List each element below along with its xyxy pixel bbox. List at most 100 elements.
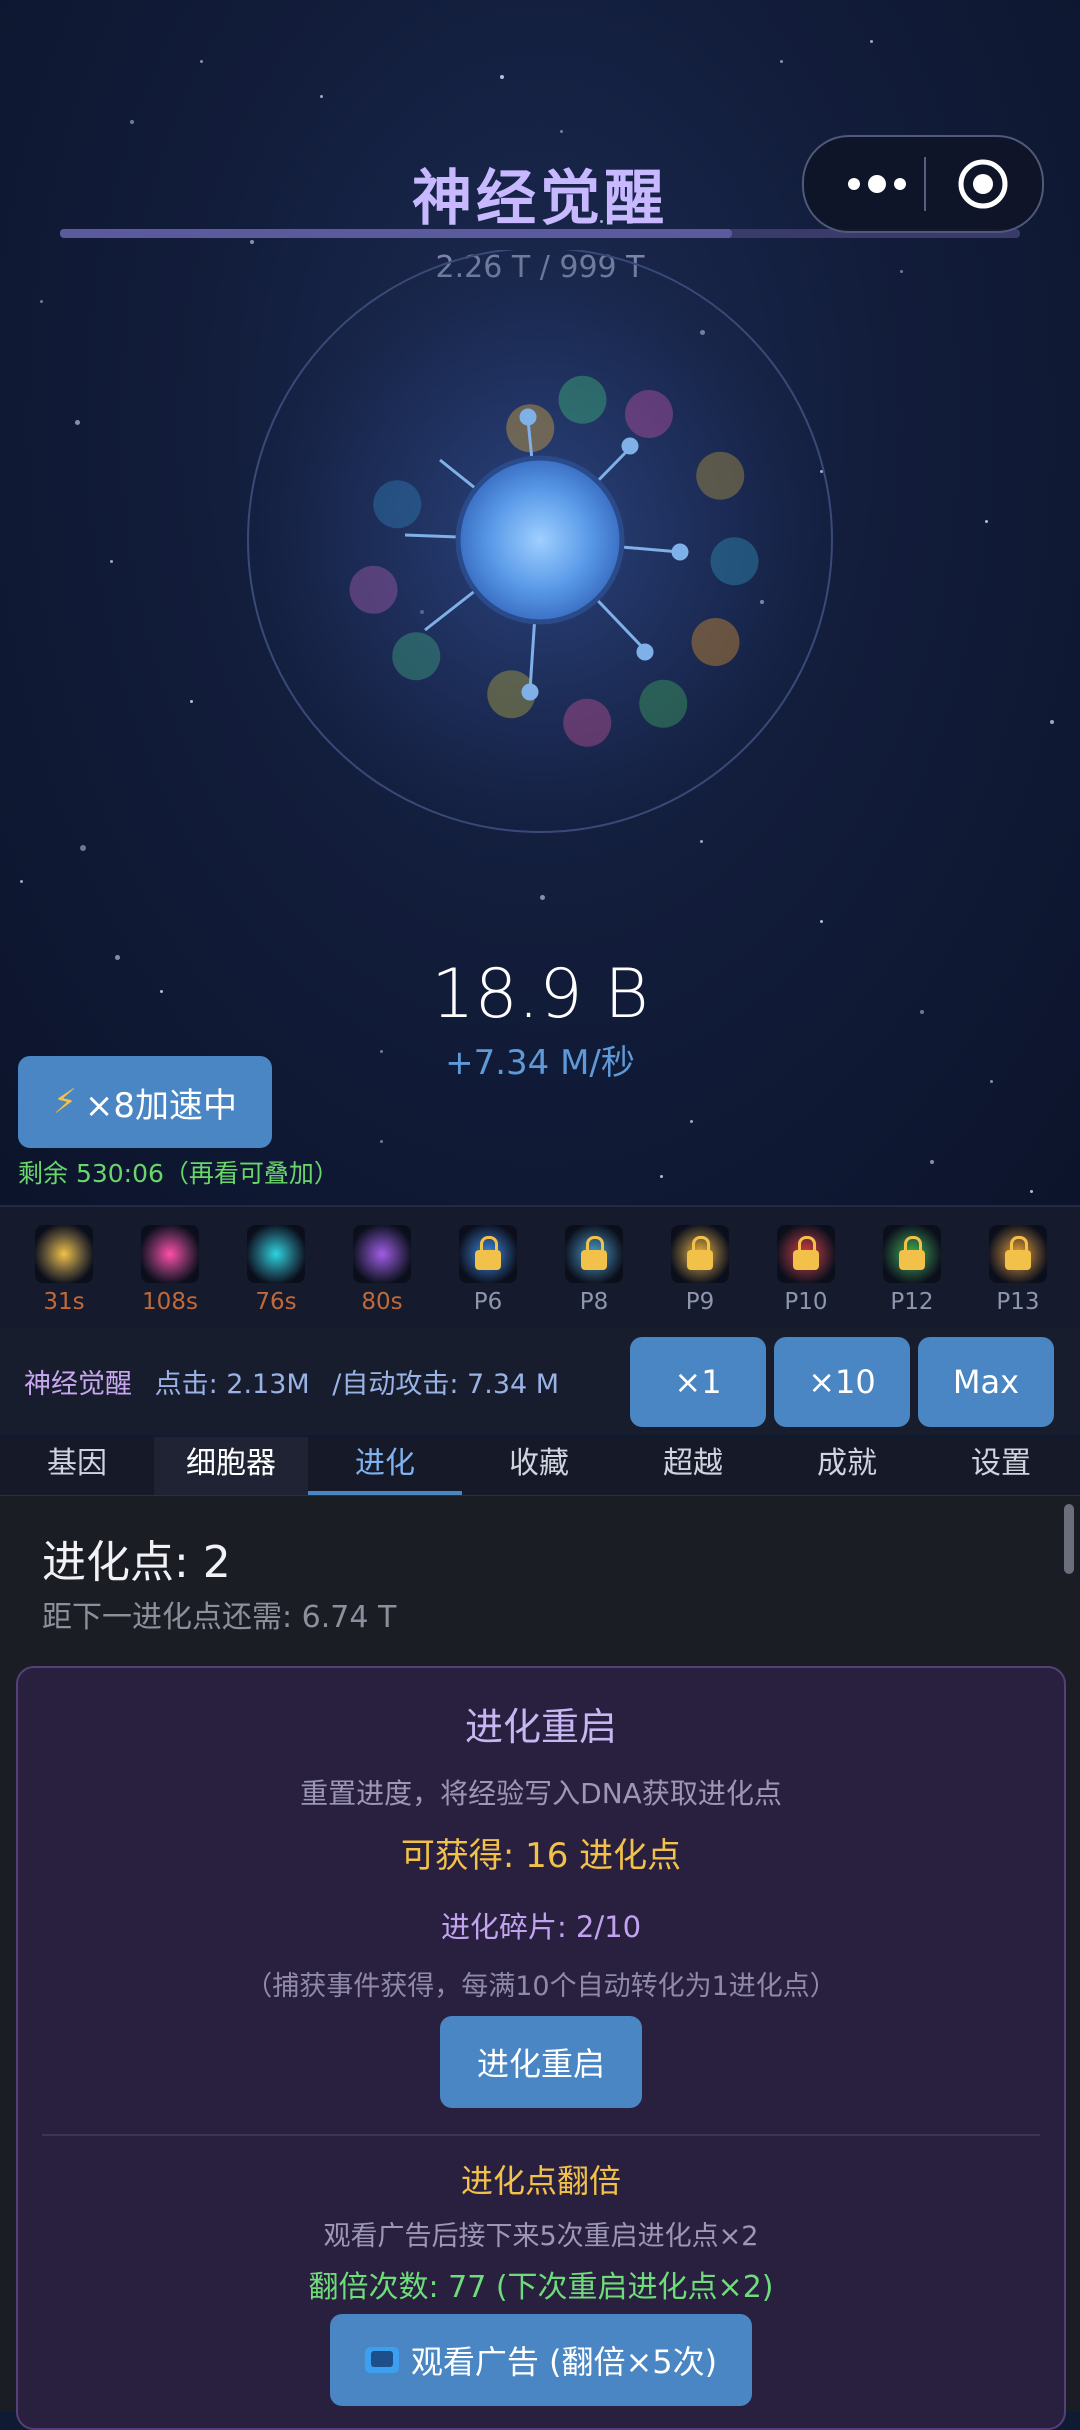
skill-slot[interactable]: P6 xyxy=(436,1219,540,1319)
multiplier-max-button[interactable]: Max xyxy=(918,1337,1054,1427)
multiplier-x10-button[interactable]: ×10 xyxy=(774,1337,910,1427)
tab-organelles[interactable]: 细胞器 xyxy=(154,1437,308,1495)
skill-slot[interactable]: P8 xyxy=(542,1219,646,1319)
star xyxy=(500,75,504,79)
card-divider xyxy=(42,2134,1040,2136)
evolution-points: 进化点: 2 xyxy=(42,1537,231,1588)
stage-progress-fill xyxy=(60,229,732,238)
skill-label: P6 xyxy=(473,1289,503,1315)
next-evolution-point: 距下一进化点还需: 6.74 T xyxy=(42,1600,397,1635)
auto-damage: /自动攻击: 7.34 M xyxy=(332,1369,560,1400)
miniprogram-capsule[interactable] xyxy=(802,135,1044,233)
multiplier-x1-button[interactable]: ×1 xyxy=(630,1337,766,1427)
skill-label: 31s xyxy=(43,1289,85,1315)
spiky-lock-icon xyxy=(565,1225,623,1283)
orb[interactable] xyxy=(349,565,398,614)
star xyxy=(80,845,86,851)
lock-icon xyxy=(475,1236,501,1270)
double-count: 翻倍次数: 77 (下次重启进化点×2) xyxy=(308,2270,774,2305)
tab-bar: 基因 细胞器 进化 收藏 超越 成就 设置 xyxy=(0,1437,1080,1496)
skill-slot[interactable]: 76s xyxy=(224,1219,328,1319)
lock-icon xyxy=(899,1236,925,1270)
rebirth-button[interactable]: 进化重启 xyxy=(440,2016,642,2108)
pink-burst-icon xyxy=(141,1225,199,1283)
orb[interactable] xyxy=(558,375,607,424)
gold-lock-icon xyxy=(989,1225,1047,1283)
watch-ad-button[interactable]: 观看广告 (翻倍×5次) xyxy=(330,2314,752,2406)
skill-slot[interactable]: P10 xyxy=(754,1219,858,1319)
star xyxy=(690,1120,693,1123)
skill-label: 76s xyxy=(255,1289,297,1315)
skill-slot[interactable]: P13 xyxy=(966,1219,1070,1319)
skill-slot[interactable]: 108s xyxy=(118,1219,222,1319)
star xyxy=(40,300,43,303)
star xyxy=(20,880,23,883)
star xyxy=(380,1140,383,1143)
cyan-ring-icon xyxy=(247,1225,305,1283)
star xyxy=(540,895,545,900)
stats-text: 神经觉醒 点击: 2.13M /自动攻击: 7.34 M xyxy=(24,1362,559,1401)
skill-label: P13 xyxy=(996,1289,1040,1315)
lock-icon xyxy=(581,1236,607,1270)
skill-label: P12 xyxy=(890,1289,934,1315)
click-damage: 点击: 2.13M xyxy=(154,1369,310,1400)
tab-genes[interactable]: 基因 xyxy=(0,1437,154,1495)
tab-collection[interactable]: 收藏 xyxy=(462,1437,616,1495)
star xyxy=(870,40,873,43)
orb[interactable] xyxy=(639,679,688,728)
tab-evolution[interactable]: 进化 xyxy=(308,1437,462,1495)
star xyxy=(75,420,80,425)
star xyxy=(200,60,203,63)
orb[interactable] xyxy=(373,480,422,529)
sun-lock-icon xyxy=(671,1225,729,1283)
skill-slot[interactable]: 80s xyxy=(330,1219,434,1319)
blue-shield-lock-icon xyxy=(459,1225,517,1283)
orb[interactable] xyxy=(563,698,612,747)
orb[interactable] xyxy=(392,632,441,681)
orb[interactable] xyxy=(710,537,759,586)
skill-label: P10 xyxy=(784,1289,828,1315)
skill-bar: 31s 108s 76s 80s P6 P8 P9 P10 P12 P13 xyxy=(0,1205,1080,1327)
tab-transcend[interactable]: 超越 xyxy=(616,1437,770,1495)
target-icon[interactable] xyxy=(957,158,1009,210)
skill-slot[interactable]: P12 xyxy=(860,1219,964,1319)
fragments-note: （捕获事件获得，每满10个自动转化为1进化点） xyxy=(245,1971,837,2002)
star xyxy=(190,700,193,703)
star xyxy=(930,1160,934,1164)
star xyxy=(820,920,823,923)
star xyxy=(110,560,113,563)
lightning-icon: ⚡ xyxy=(53,1082,77,1122)
skill-label: P9 xyxy=(685,1289,715,1315)
skill-slot[interactable]: P9 xyxy=(648,1219,752,1319)
orb[interactable] xyxy=(691,618,740,666)
info-bar: 神经觉醒 点击: 2.13M /自动攻击: 7.34 M ×1 ×10 Max xyxy=(0,1327,1080,1435)
boost-button[interactable]: ⚡ ×8加速中 xyxy=(18,1056,272,1148)
cell-graphic[interactable] xyxy=(240,250,840,850)
game-scene[interactable]: 神经觉醒 2.26 T / 999 T xyxy=(0,0,1080,1205)
lock-icon xyxy=(1005,1236,1031,1270)
orb[interactable] xyxy=(625,390,673,438)
lightning-orb-icon xyxy=(35,1225,93,1283)
green-lock-icon xyxy=(883,1225,941,1283)
skill-slot[interactable]: 31s xyxy=(12,1219,116,1319)
rebirth-title: 进化重启 xyxy=(464,1705,617,1749)
orb[interactable] xyxy=(696,451,745,500)
evolution-panel: 进化点: 2 距下一进化点还需: 6.74 T 进化重启 重置进度，将经验写入D… xyxy=(0,1496,1080,2430)
lock-icon xyxy=(687,1236,713,1270)
boost-remaining: 剩余 530:06（再看可叠加） xyxy=(18,1159,339,1188)
resource-amount: 18.9 B xyxy=(431,955,649,1034)
double-description: 观看广告后接下来5次重启进化点×2 xyxy=(323,2221,759,2252)
boost-label: ×8加速中 xyxy=(84,1085,237,1126)
red-lock-icon xyxy=(777,1225,835,1283)
stage-name: 神经觉醒 xyxy=(24,1369,132,1400)
star xyxy=(250,240,254,244)
star xyxy=(130,120,134,124)
tab-settings[interactable]: 设置 xyxy=(924,1437,1078,1495)
star xyxy=(320,95,323,98)
more-dots-icon[interactable] xyxy=(834,137,920,231)
scrollbar[interactable] xyxy=(1064,1504,1074,1574)
watch-ad-label: 观看广告 (翻倍×5次) xyxy=(410,2343,718,2381)
tab-achievements[interactable]: 成就 xyxy=(770,1437,924,1495)
capsule-divider xyxy=(924,157,926,211)
skill-label: P8 xyxy=(579,1289,609,1315)
